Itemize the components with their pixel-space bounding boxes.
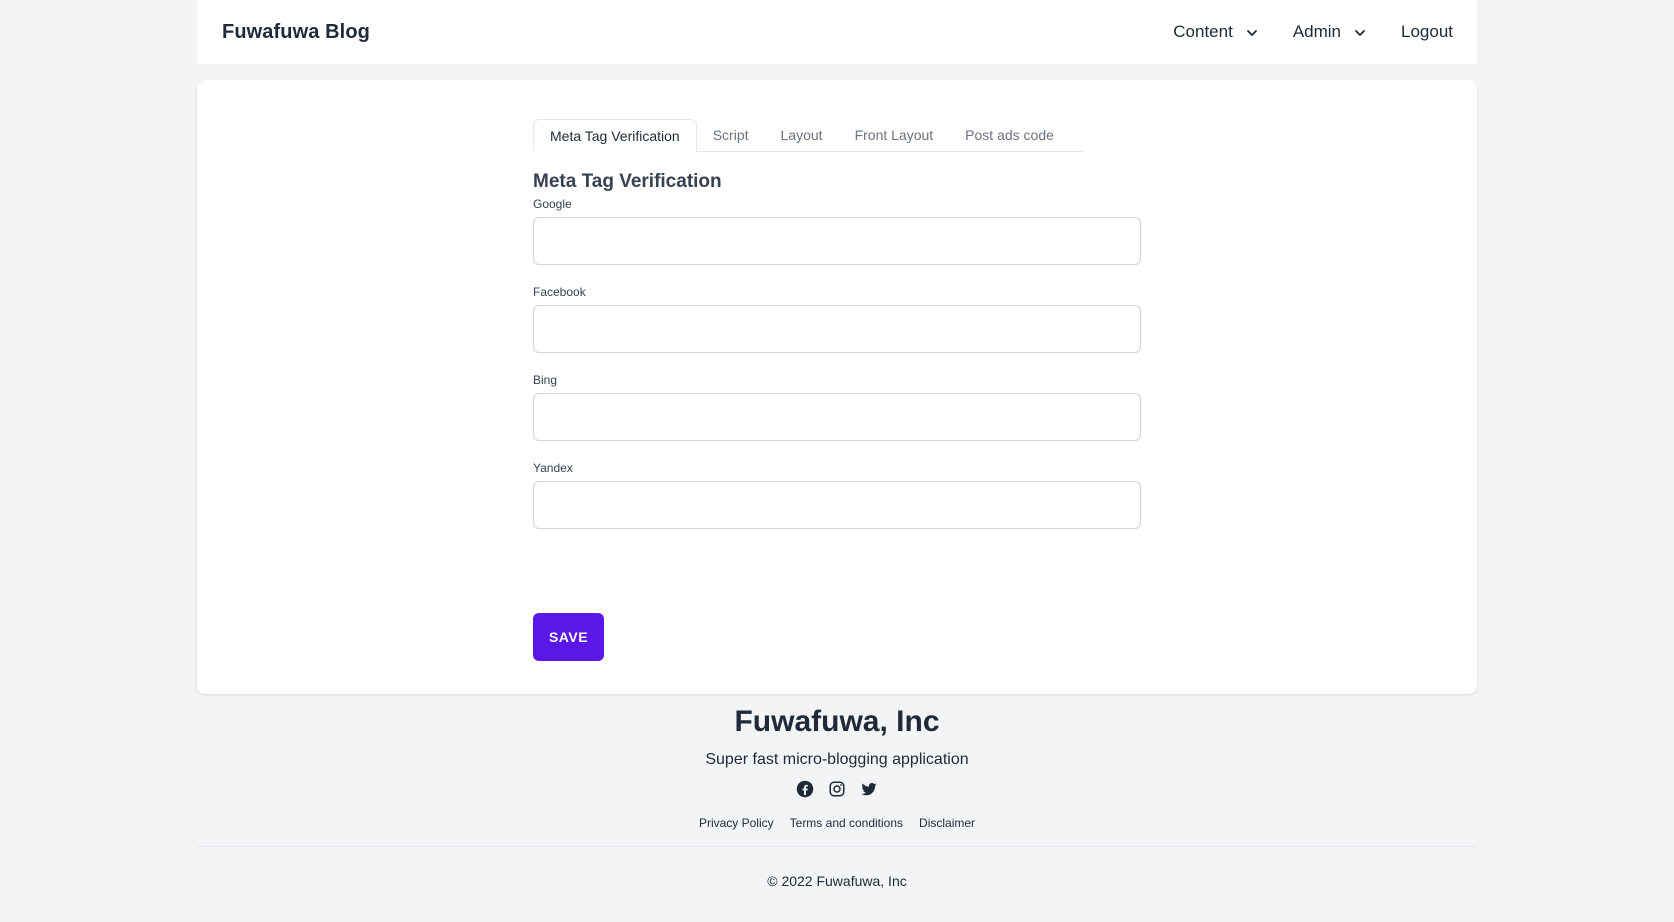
twitter-icon[interactable] (860, 780, 878, 798)
nav-admin-dropdown[interactable]: Admin (1293, 22, 1367, 42)
yandex-label: Yandex (533, 461, 573, 475)
save-button[interactable]: SAVE (533, 613, 604, 661)
footer-links: Privacy Policy Terms and conditions Disc… (197, 816, 1477, 830)
settings-tabs: Meta Tag Verification Script Layout Fron… (533, 119, 1084, 152)
page-footer: Fuwafuwa, Inc Super fast micro-blogging … (197, 704, 1477, 889)
tab-script[interactable]: Script (697, 119, 765, 151)
tab-layout[interactable]: Layout (765, 119, 839, 151)
yandex-field-group: Yandex (533, 461, 1141, 529)
chevron-down-icon (1353, 25, 1367, 39)
tab-meta-tag-verification[interactable]: Meta Tag Verification (533, 119, 697, 152)
footer-tagline: Super fast micro-blogging application (705, 751, 969, 768)
nav-content-label: Content (1173, 22, 1233, 41)
bing-label: Bing (533, 373, 558, 387)
instagram-icon[interactable] (828, 780, 846, 798)
nav-admin-label: Admin (1292, 22, 1341, 41)
tab-front-layout[interactable]: Front Layout (839, 119, 950, 151)
settings-card: Meta Tag Verification Script Layout Fron… (197, 80, 1477, 694)
section-title: Meta Tag Verification (533, 171, 722, 192)
logout-link[interactable]: Logout (1401, 22, 1453, 42)
brand-logo-text[interactable]: Fuwafuwa Blog (222, 21, 370, 44)
google-label: Google (533, 197, 572, 211)
copyright-text: © 2022 Fuwafuwa, Inc (767, 873, 907, 889)
facebook-input[interactable] (533, 305, 1141, 353)
google-field-group: Google (533, 197, 1141, 265)
disclaimer-link[interactable]: Disclaimer (919, 816, 975, 830)
bing-field-group: Bing (533, 373, 1141, 441)
footer-company-name: Fuwafuwa, Inc (734, 705, 940, 738)
top-navbar: Fuwafuwa Blog Content Admin Logout (197, 0, 1477, 64)
bing-input[interactable] (533, 393, 1141, 441)
facebook-field-group: Facebook (533, 285, 1141, 353)
terms-link[interactable]: Terms and conditions (790, 816, 903, 830)
settings-form: Meta Tag Verification Script Layout Fron… (533, 119, 1141, 529)
facebook-label: Facebook (533, 285, 586, 299)
google-input[interactable] (533, 217, 1141, 265)
tab-post-ads-code[interactable]: Post ads code (949, 119, 1070, 151)
social-links (197, 780, 1477, 798)
chevron-down-icon (1245, 25, 1259, 39)
facebook-icon[interactable] (796, 780, 814, 798)
yandex-input[interactable] (533, 481, 1141, 529)
nav-content-dropdown[interactable]: Content (1173, 22, 1259, 42)
nav-menu: Content Admin Logout (1173, 22, 1453, 42)
privacy-policy-link[interactable]: Privacy Policy (699, 816, 774, 830)
footer-divider (197, 846, 1477, 847)
